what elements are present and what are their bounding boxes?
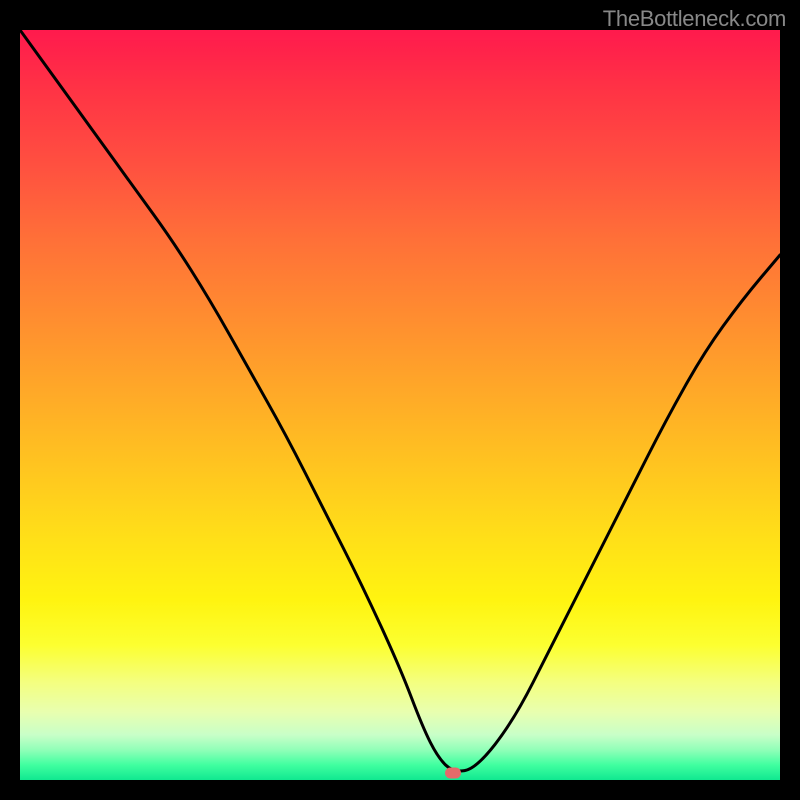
optimum-marker — [445, 767, 461, 778]
bottleneck-curve — [20, 30, 780, 780]
watermark-text: TheBottleneck.com — [603, 6, 786, 32]
plot-area — [20, 30, 780, 780]
chart-frame: TheBottleneck.com — [0, 0, 800, 800]
